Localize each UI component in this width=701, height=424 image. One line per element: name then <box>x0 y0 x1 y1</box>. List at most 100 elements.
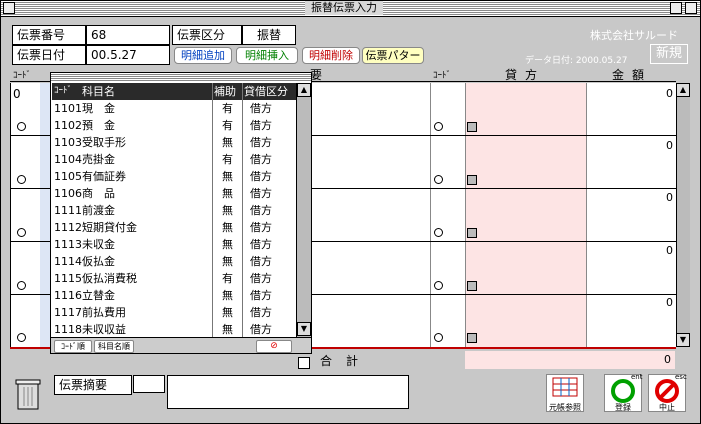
popup-scroll-down[interactable]: ▼ <box>297 322 311 336</box>
voucher-no-field[interactable]: 68 <box>86 25 170 45</box>
row-checkbox[interactable] <box>467 333 477 343</box>
account-side: 借方 <box>250 102 272 115</box>
popup-header-side: 貸借区分 <box>244 85 288 98</box>
insert-line-button[interactable]: 明細挿入 <box>236 47 298 64</box>
account-code: 1116 <box>54 289 82 302</box>
grid-divider <box>430 83 431 347</box>
account-aux: 無 <box>222 170 233 183</box>
row-radio-right[interactable] <box>434 228 443 237</box>
total-label: 合計 <box>320 354 373 368</box>
col-credit: 貸方 <box>505 68 546 82</box>
account-list: 1101 現 金有借方 1102 預 金有借方 1103 受取手形無借方 1104 売掛金有借… <box>52 100 296 337</box>
first-code-cell[interactable]: 0 <box>13 87 21 101</box>
account-aux: 無 <box>222 255 233 268</box>
name-sort-button[interactable]: 科目名順 <box>94 340 134 353</box>
row-amount: 0 <box>666 139 673 152</box>
row-checkbox[interactable] <box>467 175 477 185</box>
account-name: 未収収益 <box>82 323 126 336</box>
row-radio[interactable] <box>17 228 26 237</box>
date-field[interactable]: 00.5.27 <box>86 45 170 65</box>
row-checkbox[interactable] <box>467 122 477 132</box>
account-list-item[interactable]: 1101 現 金 有 借方 <box>52 100 296 117</box>
collapse-box[interactable] <box>685 2 697 14</box>
account-list-item[interactable]: 1102 預 金 有 借方 <box>52 117 296 134</box>
trash-icon[interactable] <box>13 377 43 413</box>
code-sort-button[interactable]: ｺｰﾄﾞ順 <box>54 340 92 353</box>
close-box[interactable] <box>3 2 15 14</box>
account-name: 預 金 <box>82 119 115 132</box>
row-radio[interactable] <box>17 281 26 290</box>
cancel-button[interactable]: 中止 esc <box>648 373 687 412</box>
voucher-type-field[interactable]: 振替 <box>242 25 296 45</box>
row-amount: 0 <box>666 244 673 257</box>
account-name: 商 品 <box>82 187 115 200</box>
scroll-up-arrow[interactable]: ▲ <box>676 83 690 97</box>
popup-scroll-up[interactable]: ▲ <box>297 83 311 97</box>
mode-indicator: 新規 <box>650 44 688 64</box>
account-list-item[interactable]: 1114 仮払金 無 借方 <box>52 253 296 270</box>
row-radio-right[interactable] <box>434 333 443 342</box>
account-name: 前渡金 <box>82 204 115 217</box>
account-aux: 無 <box>222 289 233 302</box>
account-list-item[interactable]: 1115 仮払消費税 有 借方 <box>52 270 296 287</box>
register-label: 登録 <box>615 403 631 412</box>
ledger-button[interactable]: 元帳参照 <box>546 374 584 412</box>
col-amount-right: 金額 <box>612 68 653 82</box>
account-code: 1115 <box>54 272 82 285</box>
account-side: 借方 <box>250 272 272 285</box>
account-side: 借方 <box>250 238 272 251</box>
account-name: 売掛金 <box>82 153 115 166</box>
row-radio[interactable] <box>17 175 26 184</box>
account-list-item[interactable]: 1117 前払費用 無 借方 <box>52 304 296 321</box>
memo-text-field[interactable] <box>167 375 409 409</box>
account-list-item[interactable]: 1104 売掛金 有 借方 <box>52 151 296 168</box>
row-radio-right[interactable] <box>434 281 443 290</box>
row-radio[interactable] <box>17 333 26 342</box>
main-scrollbar[interactable] <box>676 83 690 347</box>
row-amount: 0 <box>666 191 673 204</box>
account-list-item[interactable]: 1118 未収収益 無 借方 <box>52 321 296 337</box>
account-aux: 無 <box>222 306 233 319</box>
account-code: 1113 <box>54 238 82 251</box>
scroll-down-arrow[interactable]: ▼ <box>676 333 690 347</box>
memo-label: 伝票摘要 <box>54 375 132 395</box>
zoom-box[interactable] <box>670 2 682 14</box>
account-side: 借方 <box>250 289 272 302</box>
account-list-item[interactable]: 1106 商 品 無 借方 <box>52 185 296 202</box>
grid-shade-credit <box>465 83 587 347</box>
account-name: 立替金 <box>82 289 115 302</box>
account-list-item[interactable]: 1103 受取手形 無 借方 <box>52 134 296 151</box>
delete-line-button[interactable]: 明細削除 <box>302 47 360 64</box>
account-code: 1106 <box>54 187 82 200</box>
row-amount: 0 <box>666 296 673 309</box>
resize-handle[interactable] <box>298 357 310 369</box>
account-aux: 無 <box>222 238 233 251</box>
row-checkbox[interactable] <box>467 228 477 238</box>
account-list-item[interactable]: 1116 立替金 無 借方 <box>52 287 296 304</box>
popup-title-bar[interactable] <box>51 73 311 82</box>
row-radio[interactable] <box>17 122 26 131</box>
account-list-item[interactable]: 1113 未収金 無 借方 <box>52 236 296 253</box>
popup-cancel-icon[interactable]: ⊘ <box>256 340 292 353</box>
account-list-item[interactable]: 1111 前渡金 無 借方 <box>52 202 296 219</box>
account-name: 短期貸付金 <box>82 221 137 234</box>
cancel-label: 中止 <box>659 403 675 412</box>
add-line-button[interactable]: 明細追加 <box>174 47 232 64</box>
account-list-item[interactable]: 1112 短期貸付金 無 借方 <box>52 219 296 236</box>
account-aux: 有 <box>222 272 233 285</box>
popup-scrollbar[interactable] <box>296 83 311 337</box>
popup-header-code: ｺｰﾄﾞ <box>54 86 73 96</box>
row-checkbox[interactable] <box>467 281 477 291</box>
register-button[interactable]: 登録 ent <box>604 373 643 412</box>
memo-code-field[interactable] <box>133 375 165 393</box>
grid-divider <box>586 83 587 347</box>
account-side: 借方 <box>250 306 272 319</box>
col-code-left: ｺｰﾄﾞ <box>13 71 32 81</box>
pattern-button[interactable]: 伝票パターン <box>362 47 424 77</box>
account-side: 借方 <box>250 255 272 268</box>
account-aux: 無 <box>222 323 233 336</box>
row-radio-right[interactable] <box>434 122 443 131</box>
row-radio-right[interactable] <box>434 175 443 184</box>
voucher-type-label: 伝票区分 <box>172 25 242 45</box>
account-list-item[interactable]: 1105 有価証券 無 借方 <box>52 168 296 185</box>
